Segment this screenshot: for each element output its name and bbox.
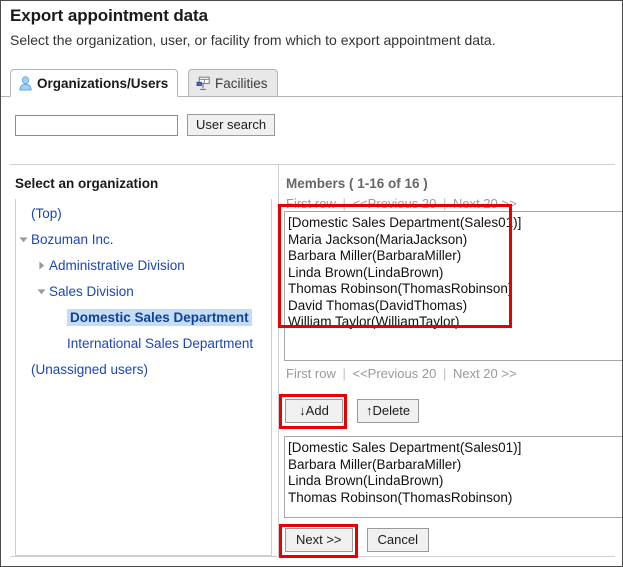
org-tree-item[interactable]: Domestic Sales Department: [15, 304, 272, 330]
chevron-right-icon[interactable]: [33, 260, 49, 271]
tab-label: Facilities: [215, 75, 268, 91]
header-divider: [10, 164, 615, 165]
chevron-down-icon[interactable]: [33, 286, 49, 297]
members-pager-top: First row | <<Previous 20 | Next 20 >>: [286, 196, 517, 211]
next-button[interactable]: Next >>: [285, 528, 353, 552]
members-heading: Members ( 1-16 of 16 ): [286, 176, 428, 191]
pane-divider: [278, 165, 279, 556]
org-tree-item[interactable]: International Sales Department: [15, 330, 272, 356]
org-tree: (Top) Bozuman Inc. Administrative Division…: [15, 200, 272, 382]
member-list-item[interactable]: [Domestic Sales Department(Sales01)]: [288, 215, 622, 232]
page-title: Export appointment data: [10, 6, 208, 25]
pager-previous-link[interactable]: <<Previous 20: [352, 196, 436, 211]
member-list-item[interactable]: Thomas Robinson(ThomasRobinson): [288, 281, 622, 298]
org-tree-item[interactable]: Bozuman Inc.: [15, 226, 272, 252]
org-tree-item-label: (Top): [31, 205, 62, 221]
search-input[interactable]: [15, 114, 178, 136]
chevron-down-icon[interactable]: [15, 234, 31, 245]
selected-list-item[interactable]: Barbara Miller(BarbaraMiller): [288, 457, 622, 474]
pager-separator: |: [442, 366, 447, 381]
org-tree-item-label: Sales Division: [49, 283, 134, 299]
org-tree-item-label: Bozuman Inc.: [31, 231, 114, 247]
org-tree-item[interactable]: Sales Division: [15, 278, 272, 304]
pager-separator: |: [442, 196, 447, 211]
add-delete-row: ↓Add ↑Delete: [285, 399, 420, 423]
org-tree-item[interactable]: (Top): [15, 200, 272, 226]
pager-first-row-link[interactable]: First row: [286, 196, 336, 211]
org-tree-item-label: (Unassigned users): [31, 361, 149, 377]
search-row: User search: [15, 114, 276, 136]
selected-list-item[interactable]: Thomas Robinson(ThomasRobinson): [288, 490, 622, 507]
projector-icon: [196, 76, 211, 91]
member-list-item[interactable]: William Taylor(WilliamTaylor): [288, 314, 622, 331]
user-search-button[interactable]: User search: [187, 114, 276, 136]
pager-separator: |: [342, 366, 346, 381]
add-button[interactable]: ↓Add: [285, 399, 343, 423]
tab-bar: Organizations/Users Facilities: [1, 69, 622, 98]
org-tree-item-label: International Sales Department: [67, 335, 254, 351]
footer-divider: [10, 556, 615, 557]
pager-separator: |: [342, 196, 346, 211]
member-list-item[interactable]: Maria Jackson(MariaJackson): [288, 232, 622, 249]
selected-listbox[interactable]: [Domestic Sales Department(Sales01)] Barb…: [284, 436, 622, 518]
member-list-item[interactable]: Linda Brown(LindaBrown): [288, 265, 622, 282]
footer-button-row: Next >> Cancel: [285, 528, 429, 552]
org-tree-item[interactable]: (Unassigned users): [15, 356, 272, 382]
pager-next-link[interactable]: Next 20 >>: [453, 366, 517, 381]
pager-previous-link[interactable]: <<Previous 20: [352, 366, 436, 381]
tab-facilities[interactable]: Facilities: [188, 69, 278, 97]
app-window: Export appointment data Select the organ…: [0, 0, 623, 567]
cancel-button[interactable]: Cancel: [366, 528, 429, 552]
member-list-item[interactable]: David Thomas(DavidThomas): [288, 298, 622, 315]
tab-label: Organizations/Users: [37, 75, 169, 91]
page-description: Select the organization, user, or facili…: [10, 32, 496, 48]
members-listbox[interactable]: [Domestic Sales Department(Sales01)] Mari…: [284, 211, 622, 361]
selected-list-item[interactable]: Linda Brown(LindaBrown): [288, 473, 622, 490]
user-icon: [18, 75, 33, 91]
delete-button[interactable]: ↑Delete: [357, 399, 420, 423]
tab-organizations-users[interactable]: Organizations/Users: [10, 69, 179, 97]
selected-list-item[interactable]: [Domestic Sales Department(Sales01)]: [288, 440, 622, 457]
select-organization-heading: Select an organization: [15, 176, 159, 191]
org-tree-item-label: Domestic Sales Department: [67, 308, 252, 326]
org-tree-item-label: Administrative Division: [49, 257, 185, 273]
org-tree-item[interactable]: Administrative Division: [15, 252, 272, 278]
members-pager-bottom: First row | <<Previous 20 | Next 20 >>: [286, 366, 517, 381]
pager-first-row-link[interactable]: First row: [286, 366, 336, 381]
pager-next-link[interactable]: Next 20 >>: [453, 196, 517, 211]
member-list-item[interactable]: Barbara Miller(BarbaraMiller): [288, 248, 622, 265]
